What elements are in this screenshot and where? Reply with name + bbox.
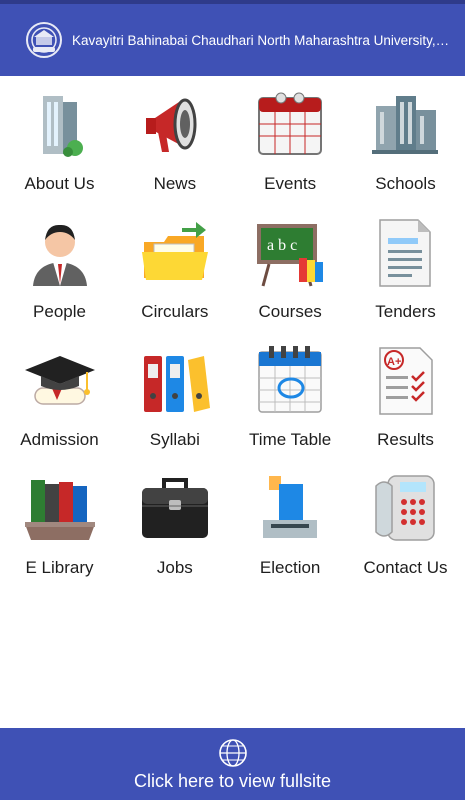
tile-results[interactable]: A+ Results xyxy=(350,332,461,460)
timetable-icon xyxy=(258,346,322,413)
megaphone-icon xyxy=(145,98,197,152)
tile-label: Results xyxy=(377,430,434,449)
tile-label: Time Table xyxy=(249,430,332,449)
tile-about-us[interactable]: About Us xyxy=(4,76,115,204)
tile-label: Courses xyxy=(258,302,322,321)
calendar-icon xyxy=(258,92,323,155)
phone-icon xyxy=(375,475,436,541)
tile-label: Election xyxy=(259,558,321,577)
tile-label: Admission xyxy=(20,430,99,449)
tile-courses[interactable]: a b c Courses xyxy=(235,204,346,332)
folder-icon xyxy=(141,222,208,280)
buildings-icon xyxy=(372,96,439,154)
tile-election[interactable]: Election xyxy=(235,460,346,588)
menu-grid: About Us News Events Schools People Circ… xyxy=(0,76,465,588)
briefcase-icon xyxy=(141,478,208,538)
view-fullsite-button[interactable]: Click here to view fullsite xyxy=(0,728,465,800)
svg-text:A+: A+ xyxy=(387,356,401,368)
app-title: Kavayitri Bahinabai Chaudhari North Maha… xyxy=(72,32,452,48)
university-logo-icon xyxy=(26,22,62,58)
tile-schools[interactable]: Schools xyxy=(350,76,461,204)
tile-circulars[interactable]: Circulars xyxy=(119,204,230,332)
app-bar: Kavayitri Bahinabai Chaudhari North Maha… xyxy=(0,0,465,76)
tile-syllabi[interactable]: Syllabi xyxy=(119,332,230,460)
document-icon xyxy=(379,219,432,287)
tile-label: People xyxy=(33,302,86,321)
binders-icon xyxy=(143,356,210,412)
tile-jobs[interactable]: Jobs xyxy=(119,460,230,588)
ballot-box-icon xyxy=(263,476,318,538)
tile-label: Circulars xyxy=(141,302,209,321)
tile-tenders[interactable]: Tenders xyxy=(350,204,461,332)
tile-e-library[interactable]: E Library xyxy=(4,460,115,588)
chalkboard-icon: a b c xyxy=(257,224,324,287)
person-icon xyxy=(32,224,87,286)
tile-label: Schools xyxy=(375,174,436,193)
tile-news[interactable]: News xyxy=(119,76,230,204)
tile-time-table[interactable]: Time Table xyxy=(235,332,346,460)
tile-label: Syllabi xyxy=(149,430,200,449)
tile-label: Contact Us xyxy=(363,558,448,577)
books-icon xyxy=(24,480,95,540)
tile-label: About Us xyxy=(24,174,95,193)
view-fullsite-label: Click here to view fullsite xyxy=(133,770,332,791)
tile-people[interactable]: People xyxy=(4,204,115,332)
graduation-cap-icon xyxy=(24,356,95,405)
globe-www-icon xyxy=(218,738,247,767)
tile-label: Tenders xyxy=(375,302,436,321)
tile-label: News xyxy=(153,174,197,193)
result-sheet-icon: A+ xyxy=(379,347,434,415)
tile-admission[interactable]: Admission xyxy=(4,332,115,460)
tile-label: E Library xyxy=(25,558,94,577)
svg-text:a b c: a b c xyxy=(267,237,297,254)
tile-contact-us[interactable]: Contact Us xyxy=(350,460,461,588)
tile-label: Events xyxy=(264,174,317,193)
building-icon xyxy=(42,96,83,157)
tile-events[interactable]: Events xyxy=(235,76,346,204)
tile-label: Jobs xyxy=(156,558,193,577)
